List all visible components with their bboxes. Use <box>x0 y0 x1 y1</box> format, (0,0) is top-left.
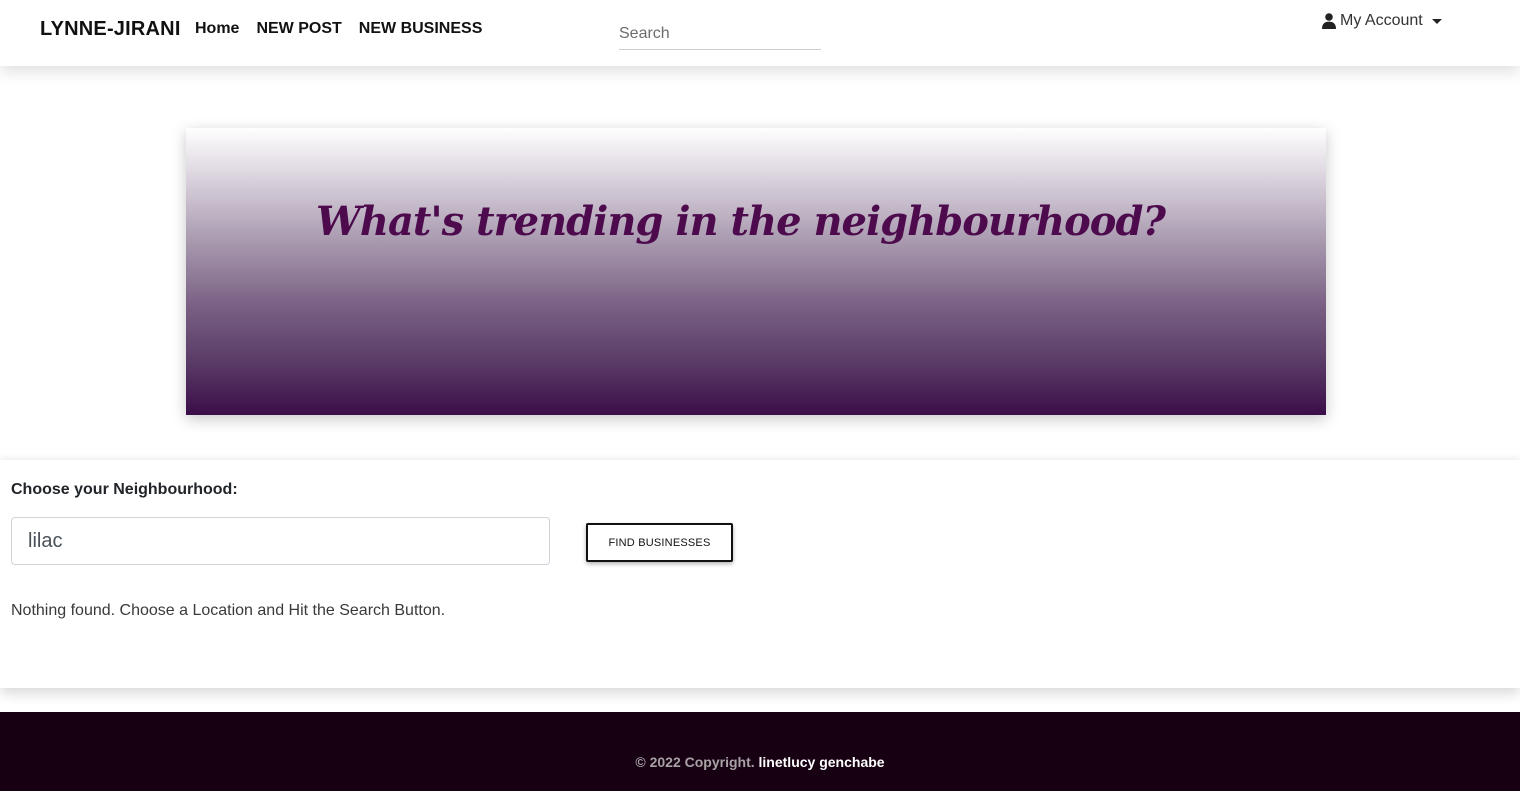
nav-links: Home NEW POST NEW BUSINESS <box>195 20 482 38</box>
brand-logo[interactable]: LYNNE-JIRANI <box>40 18 181 41</box>
hero-title: What's trending in the neighbourhood? <box>316 198 1166 245</box>
nav-link-home[interactable]: Home <box>195 20 239 38</box>
neighbourhood-search-card: Choose your Neighbourhood: FIND BUSINESS… <box>0 460 1520 688</box>
my-account-dropdown[interactable]: My Account <box>1322 12 1442 30</box>
caret-down-icon <box>1431 19 1442 24</box>
search-input[interactable] <box>619 16 821 49</box>
find-businesses-button[interactable]: FIND BUSINESSES <box>586 523 733 562</box>
copyright-text: © 2022 Copyright. <box>635 754 755 770</box>
hero-banner: What's trending in the neighbourhood? <box>186 128 1326 415</box>
choose-neighbourhood-label: Choose your Neighbourhood: <box>11 481 238 498</box>
status-message: Nothing found. Choose a Location and Hit… <box>11 602 446 619</box>
footer-copyright: © 2022 Copyright. linetlucy genchabe <box>0 754 1520 770</box>
account-label: My Account <box>1340 12 1423 29</box>
navbar: LYNNE-JIRANI Home NEW POST NEW BUSINESS … <box>0 0 1520 66</box>
nav-link-new-post[interactable]: NEW POST <box>256 20 341 38</box>
nav-link-new-business[interactable]: NEW BUSINESS <box>359 20 483 38</box>
search-field <box>619 16 821 50</box>
footer: © 2022 Copyright. linetlucy genchabe <box>0 712 1520 791</box>
owner-link[interactable]: linetlucy genchabe <box>759 754 885 770</box>
user-icon <box>1322 13 1336 29</box>
neighbourhood-input[interactable] <box>11 517 550 565</box>
